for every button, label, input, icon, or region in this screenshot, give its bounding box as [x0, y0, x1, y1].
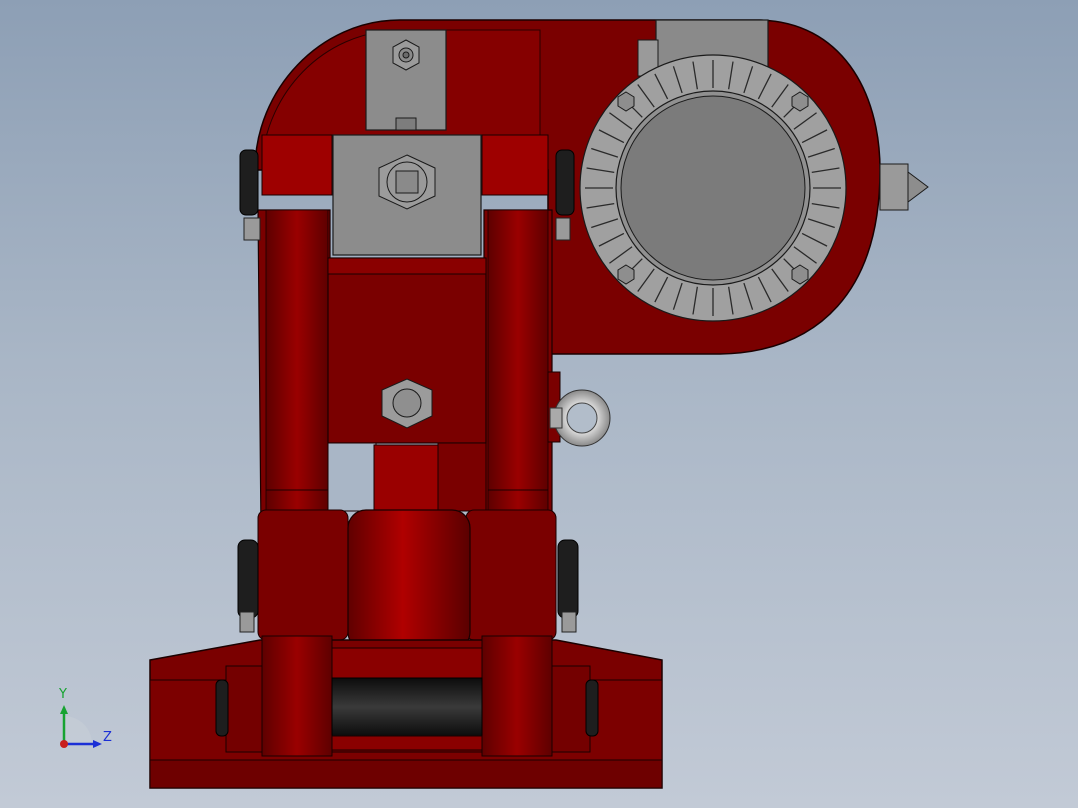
lifting-eye-bolt-icon	[547, 371, 611, 447]
top-mount-bracket	[365, 29, 447, 131]
axis-triad: Y Z	[40, 680, 130, 760]
connector-pin	[879, 163, 929, 211]
y-axis-label: Y	[59, 687, 67, 702]
hex-nut-icon	[392, 39, 420, 71]
axis-triad-graphic	[60, 705, 102, 748]
lower-knuckle	[237, 509, 579, 651]
robot-arm-model	[149, 19, 929, 789]
origin-icon	[60, 740, 68, 748]
cad-viewport[interactable]: Y Z	[0, 0, 1078, 808]
upper-gray-block	[332, 134, 482, 256]
center-link	[327, 257, 487, 524]
base-plate	[149, 635, 663, 789]
z-axis-label: Z	[103, 730, 112, 745]
